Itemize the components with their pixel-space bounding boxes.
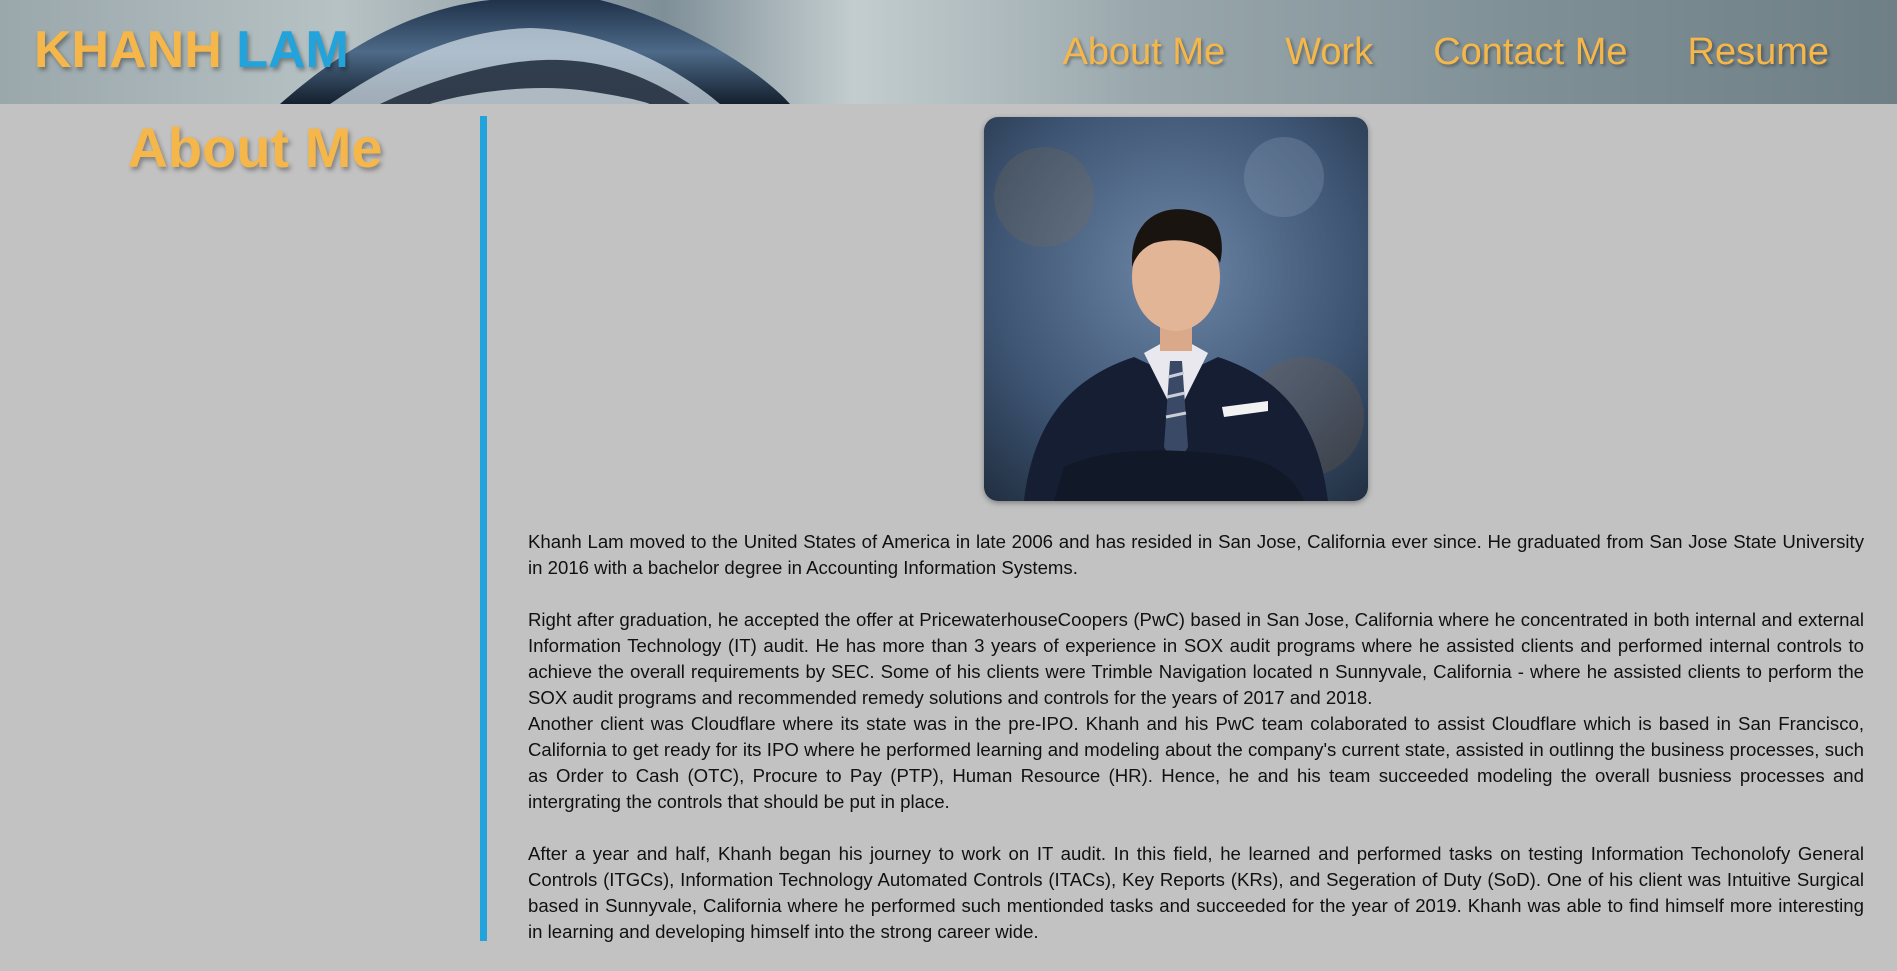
about-paragraph: After a year and half, Khanh began his j… (528, 843, 1864, 942)
site-logo[interactable]: KHANH LAM (34, 18, 349, 82)
nav-link-work[interactable]: Work (1285, 26, 1373, 78)
about-paragraph: Another client was Cloudflare where its … (528, 713, 1864, 812)
nav-link-contact-me[interactable]: Contact Me (1433, 26, 1627, 78)
about-paragraph: Right after graduation, he accepted the … (528, 609, 1864, 708)
about-paragraph: Khanh Lam moved to the United States of … (528, 531, 1864, 578)
logo-first-name: KHANH (34, 21, 222, 79)
page-title: About Me (127, 116, 383, 179)
portrait-image (984, 117, 1368, 501)
about-content: Khanh Lam moved to the United States of … (528, 529, 1864, 971)
nav-link-about-me[interactable]: About Me (1063, 26, 1226, 78)
logo-last-name: LAM (236, 21, 349, 79)
main-nav: About Me Work Contact Me Resume (1063, 26, 1829, 78)
vertical-divider (480, 116, 487, 941)
profile-photo (984, 117, 1368, 501)
site-header: KHANH LAM About Me Work Contact Me Resum… (0, 0, 1897, 104)
nav-link-resume[interactable]: Resume (1688, 26, 1830, 78)
